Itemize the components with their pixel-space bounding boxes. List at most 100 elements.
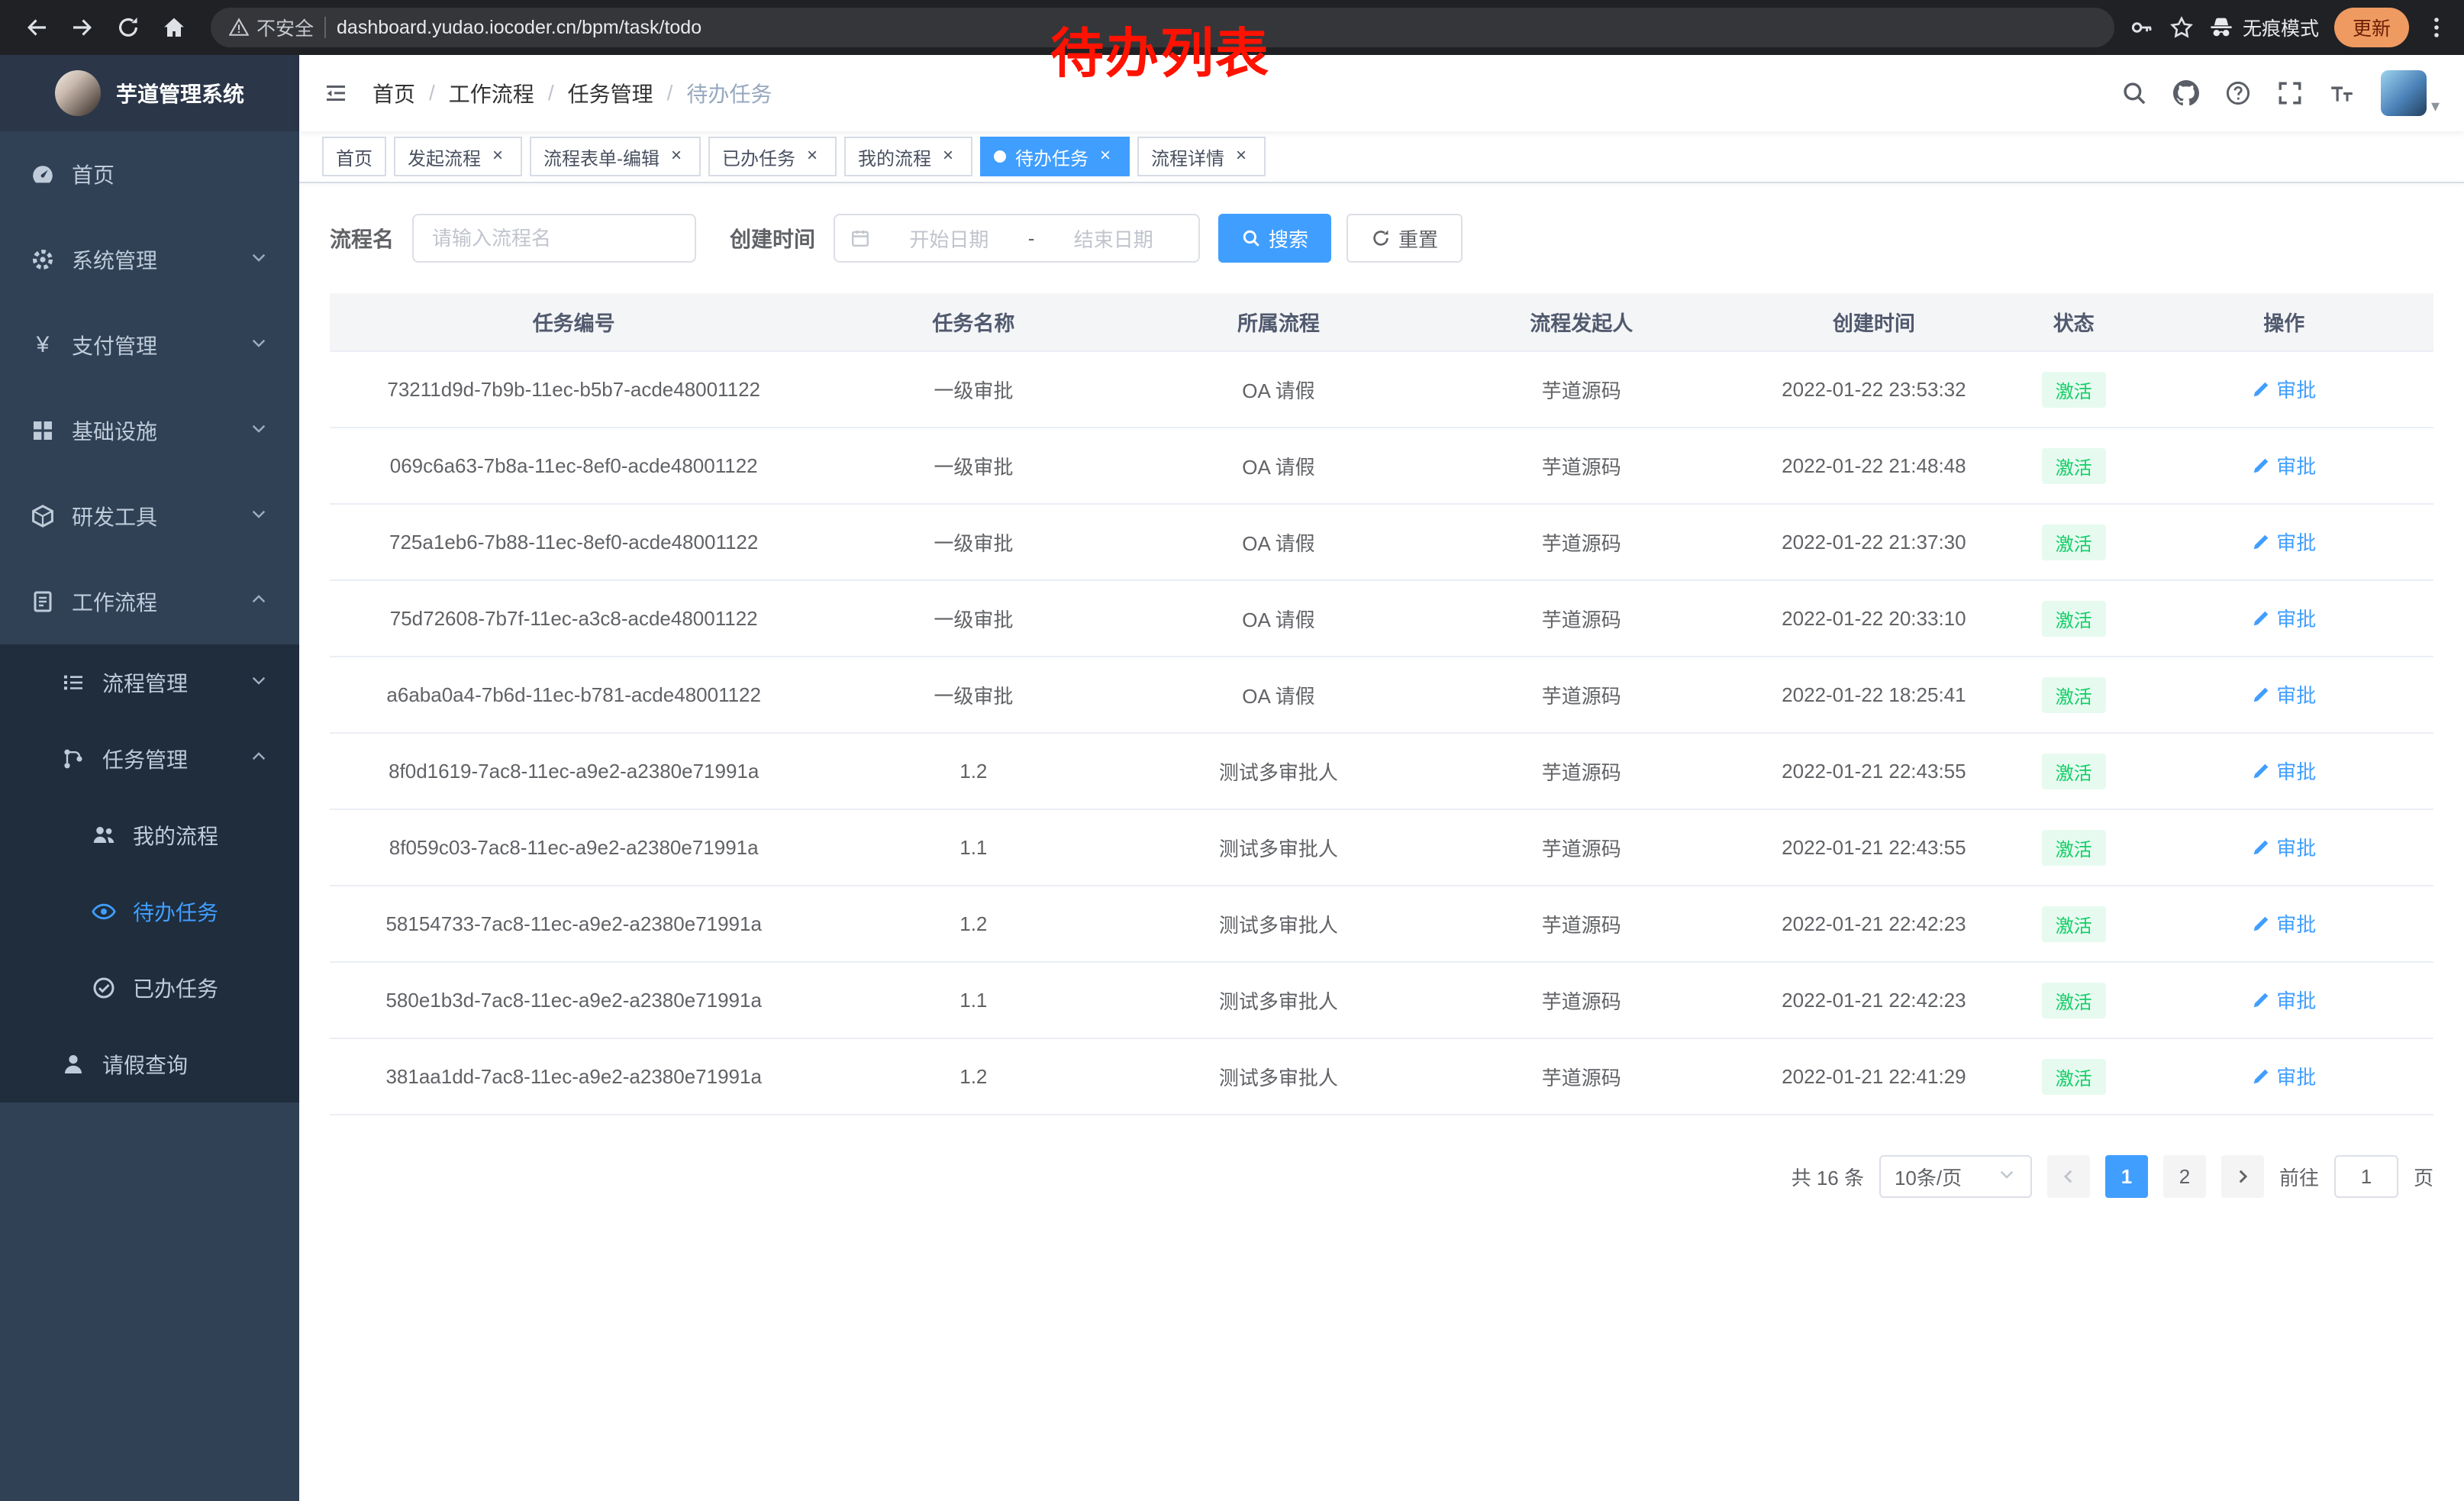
browser-back-button[interactable]: [15, 6, 58, 49]
sidebar-item-label: 待办任务: [133, 896, 218, 927]
process-name-input[interactable]: [412, 214, 696, 263]
tab-待办任务[interactable]: 待办任务×: [980, 137, 1130, 176]
github-icon[interactable]: [2173, 80, 2199, 106]
tab-首页[interactable]: 首页: [322, 137, 386, 176]
prev-page-button[interactable]: [2047, 1155, 2090, 1198]
action-cell: 审批: [2135, 1038, 2433, 1115]
sidebar-item-todo-task[interactable]: 待办任务: [0, 873, 299, 950]
browser-forward-button[interactable]: [61, 6, 104, 49]
action-cell: 审批: [2135, 351, 2433, 428]
sidebar-collapse-button[interactable]: [324, 81, 348, 105]
app-logo[interactable]: 芋道管理系统: [0, 55, 299, 131]
page-1-button[interactable]: 1: [2105, 1155, 2148, 1198]
approve-button[interactable]: 审批: [2252, 1062, 2316, 1090]
browser-home-button[interactable]: [153, 6, 195, 49]
browser-actions: 无痕模式 更新: [2130, 8, 2449, 47]
create-time-cell: 2022-01-21 22:42:23: [1735, 886, 2013, 962]
date-range-picker[interactable]: 开始日期 - 结束日期: [834, 214, 1200, 263]
approve-button[interactable]: 审批: [2252, 375, 2316, 403]
chevron-down-icon: [249, 504, 269, 529]
browser-refresh-button[interactable]: [107, 6, 150, 49]
breadcrumb-separator: /: [548, 81, 554, 105]
approve-button[interactable]: 审批: [2252, 909, 2316, 938]
tab-流程表单-编辑[interactable]: 流程表单-编辑×: [530, 137, 701, 176]
status-badge: 激活: [2042, 372, 2106, 408]
search-icon[interactable]: [2121, 80, 2147, 106]
sidebar-item-devtools[interactable]: 研发工具: [0, 473, 299, 559]
status-badge: 激活: [2042, 1059, 2106, 1095]
sidebar-item-workflow[interactable]: 工作流程: [0, 559, 299, 644]
user-menu[interactable]: ▾: [2381, 70, 2440, 116]
sidebar-item-leave-query[interactable]: 请假查询: [0, 1026, 299, 1102]
refresh-icon: [116, 15, 140, 40]
browser-menu-icon[interactable]: [2424, 15, 2449, 40]
approve-button[interactable]: 审批: [2252, 986, 2316, 1014]
browser-update-button[interactable]: 更新: [2334, 8, 2409, 47]
goto-page-input[interactable]: [2334, 1155, 2398, 1198]
tab-close-icon[interactable]: ×: [937, 146, 959, 167]
dashboard-icon: [31, 162, 55, 186]
reset-button[interactable]: 重置: [1346, 214, 1463, 263]
sidebar-item-process-management[interactable]: 流程管理: [0, 644, 299, 721]
tab-close-icon[interactable]: ×: [666, 146, 687, 167]
gear-icon: [31, 247, 55, 272]
edit-pen-icon: [2252, 838, 2270, 857]
approve-button[interactable]: 审批: [2252, 604, 2316, 632]
sidebar-item-done-task[interactable]: 已办任务: [0, 950, 299, 1026]
approve-label: 审批: [2276, 909, 2316, 938]
update-label: 更新: [2353, 14, 2391, 41]
security-indicator[interactable]: 不安全: [229, 14, 314, 41]
sidebar-item-task-management[interactable]: 任务管理: [0, 721, 299, 797]
tab-close-icon[interactable]: ×: [1095, 146, 1116, 167]
approve-button[interactable]: 审批: [2252, 451, 2316, 479]
tab-close-icon[interactable]: ×: [801, 146, 823, 167]
reset-button-label: 重置: [1398, 224, 1438, 253]
tab-发起流程[interactable]: 发起流程×: [394, 137, 522, 176]
approve-button[interactable]: 审批: [2252, 833, 2316, 861]
starter-cell: 芋道源码: [1428, 886, 1735, 962]
approve-label: 审批: [2276, 680, 2316, 709]
approve-button[interactable]: 审批: [2252, 680, 2316, 709]
breadcrumb-item[interactable]: 任务管理: [568, 78, 653, 108]
starter-cell: 芋道源码: [1428, 351, 1735, 428]
url-text: dashboard.yudao.iocoder.cn/bpm/task/todo: [337, 17, 701, 39]
sidebar-item-payment[interactable]: ¥ 支付管理: [0, 302, 299, 388]
task-name-cell: 1.2: [818, 886, 1129, 962]
approve-label: 审批: [2276, 757, 2316, 785]
breadcrumb-item[interactable]: 工作流程: [449, 78, 534, 108]
sidebar-item-my-process[interactable]: 我的流程: [0, 797, 299, 873]
status-cell: 激活: [2013, 886, 2135, 962]
next-page-button[interactable]: [2221, 1155, 2264, 1198]
chevron-up-icon: [249, 589, 269, 615]
annotation-text: 待办列表: [1050, 11, 1270, 88]
table-row: 8f0d1619-7ac8-11ec-a9e2-a2380e71991a1.2测…: [330, 733, 2433, 809]
key-icon[interactable]: [2130, 15, 2154, 40]
workflow-submenu: 流程管理 任务管理 我的流程 待办任务: [0, 644, 299, 1102]
process-cell: 测试多审批人: [1129, 733, 1427, 809]
status-badge: 激活: [2042, 601, 2106, 637]
tab-已办任务[interactable]: 已办任务×: [708, 137, 837, 176]
status-cell: 激活: [2013, 809, 2135, 886]
edit-pen-icon: [2252, 457, 2270, 475]
page-size-select[interactable]: 10条/页: [1879, 1155, 2032, 1198]
help-icon[interactable]: [2225, 80, 2251, 106]
approve-button[interactable]: 审批: [2252, 757, 2316, 785]
approve-button[interactable]: 审批: [2252, 528, 2316, 556]
font-size-icon[interactable]: [2329, 80, 2355, 106]
search-icon: [1241, 228, 1261, 248]
status-cell: 激活: [2013, 733, 2135, 809]
tab-流程详情[interactable]: 流程详情×: [1137, 137, 1266, 176]
sidebar-item-label: 研发工具: [72, 501, 157, 531]
tab-close-icon[interactable]: ×: [487, 146, 508, 167]
page-2-button[interactable]: 2: [2163, 1155, 2206, 1198]
sidebar-item-home[interactable]: 首页: [0, 131, 299, 217]
breadcrumb-item[interactable]: 首页: [373, 78, 415, 108]
tab-close-icon[interactable]: ×: [1230, 146, 1252, 167]
sidebar-item-system[interactable]: 系统管理: [0, 217, 299, 302]
sidebar-item-infrastructure[interactable]: 基础设施: [0, 388, 299, 473]
fullscreen-icon[interactable]: [2277, 80, 2303, 106]
tab-我的流程[interactable]: 我的流程×: [844, 137, 972, 176]
bookmark-star-icon[interactable]: [2169, 15, 2194, 40]
search-button[interactable]: 搜索: [1218, 214, 1331, 263]
cube-icon: [31, 504, 55, 528]
